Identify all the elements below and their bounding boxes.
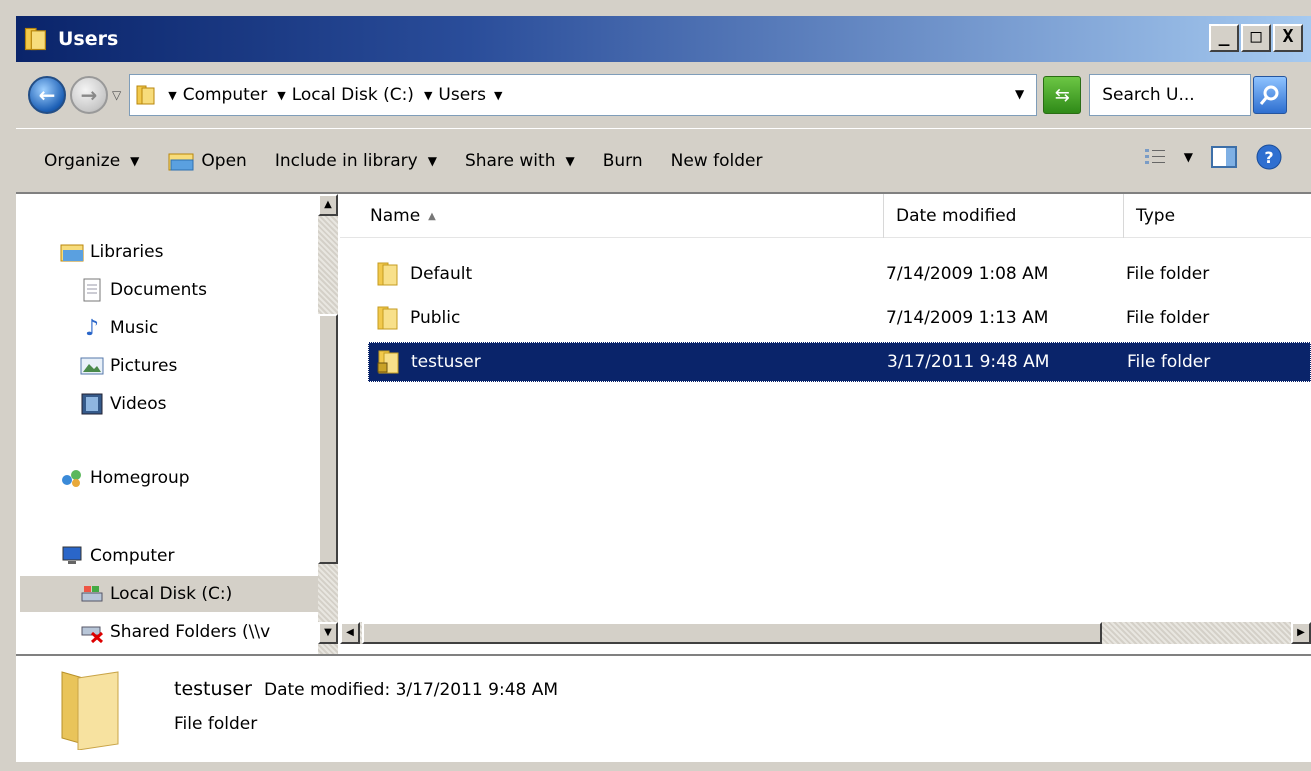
open-folder-icon bbox=[168, 153, 194, 170]
breadcrumb-local-disk[interactable]: ▼ Local Disk (C:) bbox=[277, 85, 414, 105]
scroll-right-arrow-icon[interactable]: ▶ bbox=[1291, 622, 1311, 644]
nav-item-local-disk[interactable]: Local Disk (C:) bbox=[20, 576, 318, 612]
file-type: File folder bbox=[1126, 264, 1210, 284]
column-headers: Name ▲ Date modified Type bbox=[340, 194, 1311, 238]
scrollbar-thumb[interactable] bbox=[318, 314, 338, 564]
chevron-down-icon[interactable]: ▼ bbox=[494, 89, 502, 102]
file-list: Name ▲ Date modified Type Default 7/14/2… bbox=[340, 194, 1311, 654]
help-icon[interactable]: ? bbox=[1255, 143, 1283, 171]
search-input[interactable]: Search U... bbox=[1089, 74, 1252, 116]
chevron-down-icon[interactable]: ▼ bbox=[424, 89, 432, 102]
burn-button[interactable]: Burn bbox=[603, 141, 643, 181]
disconnected-drive-icon bbox=[80, 620, 104, 644]
nav-item-pictures[interactable]: Pictures bbox=[20, 348, 318, 384]
search-button[interactable] bbox=[1253, 76, 1288, 114]
details-file-name: testuser bbox=[174, 678, 252, 700]
folder-icon bbox=[136, 85, 155, 105]
nav-item-documents[interactable]: Documents bbox=[20, 272, 318, 308]
file-date: 3/17/2011 9:48 AM bbox=[887, 352, 1050, 372]
file-row[interactable]: Public 7/14/2009 1:13 AM File folder bbox=[368, 298, 1311, 338]
file-name: Default bbox=[410, 264, 473, 284]
music-icon: ♪ bbox=[84, 315, 100, 341]
scroll-down-arrow-icon[interactable]: ▼ bbox=[318, 622, 338, 644]
file-type: File folder bbox=[1127, 352, 1211, 372]
maximize-button[interactable]: □ bbox=[1241, 24, 1271, 52]
address-history-dropdown[interactable]: ▼ bbox=[1015, 87, 1024, 101]
navigation-pane: Libraries Documents ♪ Music Pictures Vid… bbox=[20, 194, 318, 654]
view-options-dropdown-icon[interactable]: ▼ bbox=[1184, 150, 1193, 164]
folder-icon bbox=[377, 262, 398, 286]
scrollbar-thumb[interactable] bbox=[362, 622, 1102, 644]
nav-item-homegroup[interactable]: Homegroup bbox=[20, 460, 318, 496]
libraries-icon bbox=[60, 240, 84, 264]
column-header-date[interactable]: Date modified bbox=[884, 194, 1124, 238]
breadcrumb-users[interactable]: ▼ Users ▼ bbox=[424, 85, 509, 105]
file-row-selected[interactable]: testuser 3/17/2011 9:48 AM File folder bbox=[368, 342, 1311, 382]
chevron-down-icon[interactable]: ▼ bbox=[277, 89, 285, 102]
search-icon bbox=[1260, 85, 1279, 105]
computer-icon bbox=[60, 544, 84, 568]
preview-pane-icon[interactable] bbox=[1211, 146, 1237, 168]
share-with-button[interactable]: Share with ▼ bbox=[465, 141, 575, 181]
open-button[interactable]: Open bbox=[167, 141, 247, 181]
refresh-button[interactable]: ⇆ bbox=[1043, 76, 1082, 114]
arrow-right-icon: → bbox=[80, 83, 98, 107]
scroll-left-arrow-icon[interactable]: ◀ bbox=[340, 622, 360, 644]
include-in-library-button[interactable]: Include in library ▼ bbox=[275, 141, 437, 181]
file-name: Public bbox=[410, 308, 461, 328]
explorer-window: Users _ □ X ← → ▽ ▼ Computer ▼ Local Dis… bbox=[0, 0, 1311, 771]
nav-item-computer[interactable]: Computer bbox=[20, 538, 318, 574]
back-button[interactable]: ← bbox=[28, 76, 66, 114]
column-header-name[interactable]: Name ▲ bbox=[340, 194, 884, 238]
chevron-down-icon: ▼ bbox=[427, 153, 437, 168]
window-title: Users bbox=[58, 28, 119, 50]
scroll-up-arrow-icon[interactable]: ▲ bbox=[318, 194, 338, 216]
view-options-icon[interactable] bbox=[1144, 147, 1166, 167]
locked-folder-icon bbox=[377, 350, 399, 374]
file-type: File folder bbox=[1126, 308, 1210, 328]
homegroup-icon bbox=[60, 466, 84, 490]
chevron-down-icon: ▼ bbox=[130, 153, 140, 168]
chevron-down-icon: ▼ bbox=[565, 153, 575, 168]
breadcrumb-computer[interactable]: ▼ Computer bbox=[168, 85, 267, 105]
address-bar-row: ← → ▽ ▼ Computer ▼ Local Disk (C:) ▼ Use… bbox=[16, 62, 1311, 128]
sort-ascending-icon: ▲ bbox=[428, 210, 436, 222]
videos-icon bbox=[80, 392, 104, 416]
chevron-down-icon[interactable]: ▼ bbox=[168, 89, 176, 102]
file-date: 7/14/2009 1:13 AM bbox=[886, 308, 1049, 328]
navigation-scrollbar[interactable]: ▲ ▼ bbox=[318, 194, 338, 654]
organize-button[interactable]: Organize ▼ bbox=[44, 141, 139, 181]
pictures-icon bbox=[80, 354, 104, 378]
folder-icon bbox=[24, 27, 46, 51]
nav-item-videos[interactable]: Videos bbox=[20, 386, 318, 422]
document-icon bbox=[80, 278, 104, 302]
folder-icon bbox=[61, 671, 119, 750]
column-header-type[interactable]: Type bbox=[1124, 194, 1311, 238]
details-pane: testuser Date modified: 3/17/2011 9:48 A… bbox=[16, 654, 1311, 762]
horizontal-scrollbar[interactable]: ◀ ▶ bbox=[340, 622, 1311, 644]
title-bar[interactable]: Users _ □ X bbox=[16, 16, 1311, 62]
details-date-modified: Date modified: 3/17/2011 9:48 AM bbox=[263, 680, 559, 700]
content-area: Libraries Documents ♪ Music Pictures Vid… bbox=[16, 192, 1311, 654]
nav-item-music[interactable]: ♪ Music bbox=[20, 310, 318, 346]
command-bar: Organize ▼ Open Include in library ▼ Sha… bbox=[16, 128, 1311, 192]
recent-pages-dropdown[interactable]: ▽ bbox=[112, 88, 121, 102]
nav-item-libraries[interactable]: Libraries bbox=[20, 234, 318, 270]
folder-icon bbox=[377, 306, 398, 330]
arrow-left-icon: ← bbox=[38, 83, 56, 107]
details-file-type: File folder bbox=[174, 714, 258, 734]
file-date: 7/14/2009 1:08 AM bbox=[886, 264, 1049, 284]
file-name: testuser bbox=[411, 352, 481, 372]
close-button[interactable]: X bbox=[1273, 24, 1303, 52]
nav-item-shared-folders[interactable]: Shared Folders (\\v bbox=[20, 614, 318, 650]
svg-text:?: ? bbox=[1264, 148, 1273, 167]
drive-icon bbox=[80, 582, 104, 606]
refresh-icon: ⇆ bbox=[1054, 84, 1070, 106]
new-folder-button[interactable]: New folder bbox=[671, 141, 763, 181]
file-row[interactable]: Default 7/14/2009 1:08 AM File folder bbox=[368, 254, 1311, 294]
minimize-button[interactable]: _ bbox=[1209, 24, 1239, 52]
forward-button[interactable]: → bbox=[70, 76, 108, 114]
window-border bbox=[0, 762, 1311, 771]
address-field[interactable]: ▼ Computer ▼ Local Disk (C:) ▼ Users ▼ ▼ bbox=[129, 74, 1038, 116]
